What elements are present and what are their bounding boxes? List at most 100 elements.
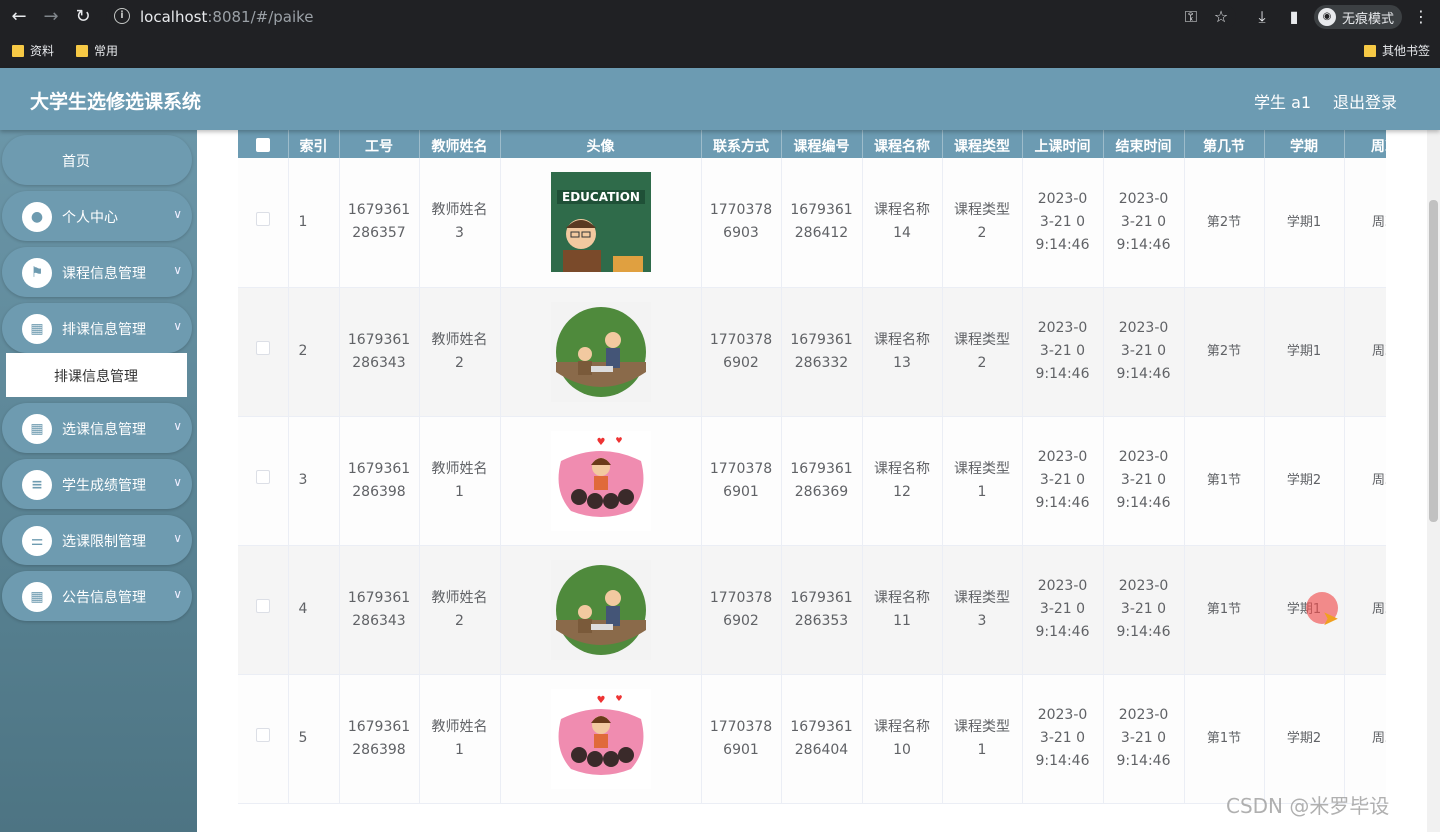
cell-course-type: 课程类型1 xyxy=(942,416,1023,546)
column-header: 工号 xyxy=(339,130,420,158)
app-title: 大学生选修选课系统 xyxy=(30,91,202,113)
cell-avatar: ♥ ♥ xyxy=(500,416,702,546)
row-checkbox[interactable] xyxy=(238,416,289,546)
svg-text:♥: ♥ xyxy=(615,694,622,703)
page-scrollbar[interactable] xyxy=(1427,130,1440,832)
cell-start: 2023-03-21 09:14:46 xyxy=(1022,158,1104,288)
cell-gonghao: 1679361286343 xyxy=(339,287,420,417)
sidebar-item-limits[interactable]: ⚌ 选课限制管理 ∨ xyxy=(2,515,192,565)
cell-week-text: 周次 xyxy=(1371,473,1386,488)
cell-avatar xyxy=(500,545,702,675)
cell-course-name-text: 课程名称10 xyxy=(874,718,930,758)
sidebar-item-course[interactable]: ⚑ 课程信息管理 ∨ xyxy=(2,247,192,297)
cell-gonghao: 1679361286398 xyxy=(339,674,420,804)
logout-link[interactable]: 退出登录 xyxy=(1333,89,1397,113)
sidepanel-icon[interactable]: ▮ xyxy=(1283,6,1305,28)
sidebar-item-label: 排课信息管理 xyxy=(62,322,146,338)
incognito-badge[interactable]: ◉ 无痕模式 xyxy=(1314,5,1403,29)
table-row[interactable]: 4 1679361286343 教师姓名2 17703786902 1679361286… xyxy=(238,545,1386,675)
chevron-down-icon: ∨ xyxy=(173,419,182,433)
person-icon: ● xyxy=(22,202,52,232)
cell-phone-text: 17703786902 xyxy=(709,589,773,629)
cell-gonghao-text: 1679361286343 xyxy=(347,331,411,371)
forward-icon[interactable]: → xyxy=(40,6,62,28)
sidebar-item-label: 选课信息管理 xyxy=(62,422,146,438)
checkbox-icon[interactable] xyxy=(255,470,270,484)
cell-period: 第2节 xyxy=(1184,287,1265,417)
mouse-cursor-icon: ➤ xyxy=(1322,606,1339,630)
table-row[interactable]: 1 1679361286357 教师姓名3 EDUCATION 17703786903 1… xyxy=(238,158,1386,288)
cell-week-text: 周次 xyxy=(1371,214,1386,230)
column-header: 课程名称 xyxy=(862,130,943,158)
cell-course-name: 课程名称11 xyxy=(862,545,943,675)
cell-index: 2 xyxy=(288,287,340,417)
cell-gonghao: 1679361286398 xyxy=(339,416,420,546)
table-row[interactable]: 2 1679361286343 教师姓名2 17703786902 1679361286… xyxy=(238,287,1386,417)
checkbox-icon[interactable] xyxy=(255,211,270,226)
cell-week: 周次 xyxy=(1344,674,1386,804)
cell-period: 第2节 xyxy=(1184,158,1265,288)
sidebar-item-selection[interactable]: ▦ 选课信息管理 ∨ xyxy=(2,403,192,453)
teacher-students-hearts-image: ♥ ♥ xyxy=(550,688,651,789)
checkbox-icon[interactable] xyxy=(255,341,270,355)
sidebar-item-personal[interactable]: ● 个人中心 ∨ xyxy=(2,191,192,241)
sidebar-item-home[interactable]: 首页 xyxy=(2,135,192,185)
cell-start: 2023-03-21 09:14:46 xyxy=(1022,287,1104,417)
cell-week-text: 周次 xyxy=(1371,344,1386,359)
column-header: 索引 xyxy=(288,130,340,158)
cell-term: 学期1 xyxy=(1264,158,1345,288)
sidebar-item-notice[interactable]: ▦ 公告信息管理 ∨ xyxy=(2,571,192,621)
select-all-checkbox[interactable] xyxy=(238,130,289,158)
row-checkbox[interactable] xyxy=(238,287,289,417)
download-icon[interactable]: ⤓ xyxy=(1251,6,1273,28)
cell-period-text: 第1节 xyxy=(1206,731,1242,746)
cell-phone-text: 17703786901 xyxy=(709,718,773,758)
row-checkbox[interactable] xyxy=(238,545,289,675)
cell-index: 5 xyxy=(288,674,340,804)
sidebar-item-grades[interactable]: ≡ 学生成绩管理 ∨ xyxy=(2,459,192,509)
row-checkbox[interactable] xyxy=(238,674,289,804)
cell-course-name-text: 课程名称12 xyxy=(874,460,930,500)
cell-index: 4 xyxy=(288,545,340,675)
cell-course-no: 1679361286404 xyxy=(781,674,863,804)
sidebar-subitem-schedule-info[interactable]: 排课信息管理 xyxy=(6,353,187,397)
address-bar[interactable]: i localhost:8081/#/paike xyxy=(106,4,1236,30)
sidebar-subitem-label: 排课信息管理 xyxy=(54,369,138,385)
chevron-down-icon: ∨ xyxy=(173,207,182,221)
cell-end-text: 2023-03-21 09:14:46 xyxy=(1116,190,1171,253)
reload-icon[interactable]: ↻ xyxy=(72,6,94,28)
menu-dots-icon[interactable]: ⋮ xyxy=(1410,6,1432,28)
cell-course-type: 课程类型3 xyxy=(942,545,1023,675)
svg-text:EDUCATION: EDUCATION xyxy=(562,190,640,204)
back-icon[interactable]: ← xyxy=(8,6,30,28)
other-bookmarks[interactable]: 其他书签 xyxy=(1364,42,1430,59)
bookmark-folder[interactable]: 常用 xyxy=(76,42,118,59)
cell-teacher: 教师姓名1 xyxy=(419,416,501,546)
table-row[interactable]: 3 1679361286398 教师姓名1 ♥ ♥ 17703786901 16793612… xyxy=(238,416,1386,546)
bookmark-folder[interactable]: 资料 xyxy=(12,42,54,59)
cell-course-name-text: 课程名称11 xyxy=(874,589,930,629)
cell-teacher-text: 教师姓名1 xyxy=(431,718,488,758)
cell-course-name: 课程名称14 xyxy=(862,158,943,288)
checkbox-icon[interactable] xyxy=(255,728,270,742)
column-header: 第几节 xyxy=(1184,130,1265,158)
cell-course-type-text: 课程类型1 xyxy=(954,718,1010,758)
chevron-up-icon: ∨ xyxy=(173,319,182,333)
chevron-down-icon: ∨ xyxy=(173,531,182,545)
cell-course-type-text: 课程类型2 xyxy=(954,202,1010,242)
incognito-label: 无痕模式 xyxy=(1342,11,1395,27)
key-icon[interactable]: ⚿ xyxy=(1180,6,1202,28)
row-checkbox[interactable] xyxy=(238,158,289,288)
star-icon[interactable]: ☆ xyxy=(1210,6,1232,28)
cell-period-text: 第1节 xyxy=(1206,602,1242,617)
scrollbar-thumb[interactable] xyxy=(1429,200,1438,522)
cell-term: 学期2 xyxy=(1264,416,1345,546)
cell-course-no-text: 1679361286332 xyxy=(790,331,853,371)
sidebar-item-schedule[interactable]: ▦ 排课信息管理 ∨ xyxy=(2,303,192,353)
checkbox-icon[interactable] xyxy=(255,599,270,613)
table-row[interactable]: 5 1679361286398 教师姓名1 ♥ ♥ 17703786901 16793612… xyxy=(238,674,1386,804)
site-info-icon[interactable]: i xyxy=(114,8,130,24)
cell-period-text: 第2节 xyxy=(1206,344,1242,359)
url-host: localhost xyxy=(140,8,208,26)
svg-text:♥: ♥ xyxy=(596,695,605,706)
